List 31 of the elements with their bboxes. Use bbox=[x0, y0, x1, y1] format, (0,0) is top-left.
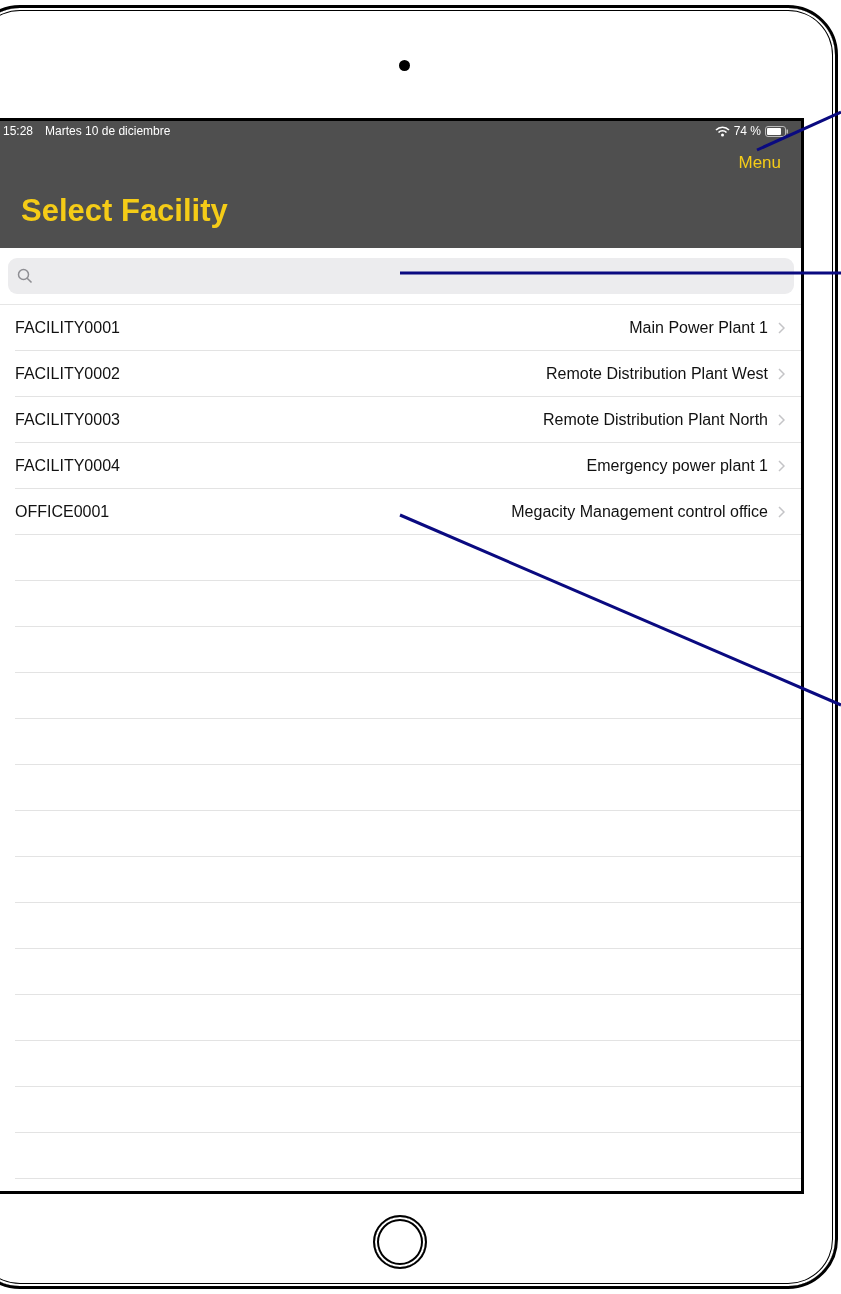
facility-name: Remote Distribution Plant North bbox=[543, 410, 768, 429]
facility-code: FACILITY0002 bbox=[15, 364, 120, 383]
search-icon bbox=[17, 268, 33, 284]
chevron-icon bbox=[778, 321, 785, 334]
page-title: Select Facility bbox=[21, 193, 229, 229]
chevron-icon bbox=[778, 459, 785, 472]
facility-row[interactable]: OFFICE0001 Megacity Management control office bbox=[15, 489, 801, 535]
home-button[interactable] bbox=[373, 1215, 427, 1269]
chevron-icon bbox=[778, 505, 785, 518]
battery-percent: 74 % bbox=[733, 124, 761, 138]
facility-row[interactable]: FACILITY0004 Emergency power plant 1 bbox=[15, 443, 801, 489]
facility-row[interactable]: FACILITY0003 Remote Distribution Plant North bbox=[15, 397, 801, 443]
facility-row[interactable]: FACILITY0001 Main Power Plant 1 bbox=[15, 305, 801, 351]
status-time: 15:28 bbox=[3, 124, 34, 138]
facility-name: Megacity Management control office bbox=[511, 502, 768, 521]
facility-name: Remote Distribution Plant West bbox=[546, 364, 768, 383]
facility-code: FACILITY0003 bbox=[15, 410, 120, 429]
menu-button[interactable]: Menu bbox=[738, 153, 781, 173]
facility-code: FACILITY0001 bbox=[15, 318, 120, 337]
facility-code: FACILITY0004 bbox=[15, 456, 120, 475]
facility-row[interactable]: FACILITY0002 Remote Distribution Plant West bbox=[15, 351, 801, 397]
camera-dot bbox=[399, 60, 410, 71]
chevron-icon bbox=[778, 413, 785, 426]
facility-name: Main Power Plant 1 bbox=[629, 318, 768, 337]
status-date: Martes 10 de diciembre bbox=[45, 124, 171, 138]
facility-name: Emergency power plant 1 bbox=[586, 456, 768, 475]
battery-icon bbox=[765, 125, 789, 137]
chevron-icon bbox=[778, 367, 785, 380]
search-field[interactable] bbox=[8, 258, 794, 294]
facility-code: OFFICE0001 bbox=[15, 502, 110, 521]
wifi-icon bbox=[714, 125, 730, 137]
